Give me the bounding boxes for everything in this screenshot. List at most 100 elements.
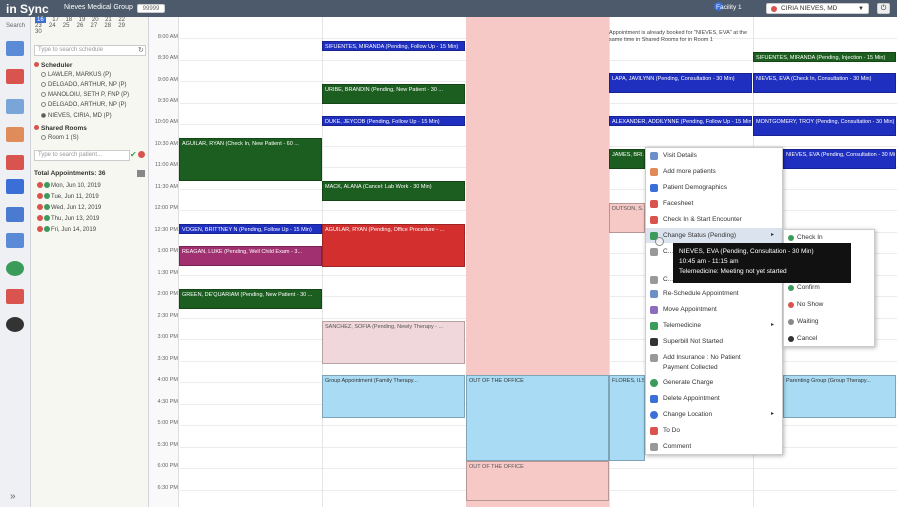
menu-item-checkin-encounter[interactable]: Check In & Start Encounter [646, 212, 782, 227]
expand-icon[interactable]: » [10, 491, 16, 502]
appointment-block[interactable]: MONTGOMERY, TROY (Pending, Consultation … [753, 116, 896, 136]
chart-icon[interactable] [6, 155, 24, 170]
appointment-block[interactable]: GREEN, DE'QUARIAM (Pending, New Patient … [179, 289, 322, 309]
calendar-icon[interactable] [6, 99, 24, 114]
time-label: 9:00 AM [157, 77, 178, 83]
menu-item-superbill[interactable]: Superbill Not Started [646, 334, 782, 349]
menu-item-add-insurance[interactable]: Add Insurance : No Patient Payment Colle… [646, 350, 782, 374]
menu-item-reschedule[interactable]: Re-Schedule Appointment [646, 286, 782, 301]
appointment-day[interactable]: Thu, Jun 13, 2019 [37, 215, 99, 222]
cloud-icon[interactable] [6, 289, 24, 304]
menu-item-move[interactable]: Move Appointment [646, 302, 782, 317]
appointment-block[interactable]: NIEVES, EVA (Check In, Consultation - 30… [753, 73, 896, 93]
monitor-icon[interactable] [6, 41, 24, 56]
appointment-block[interactable]: VOGEN, BRITTNEY N (Pending, Follow Up - … [179, 224, 322, 234]
appointment-day[interactable]: Fri, Jun 14, 2019 [37, 226, 96, 233]
time-label: 9:30 AM [157, 98, 178, 104]
appointment-tooltip: NIEVES, EVA (Pending, Consultation - 30 … [673, 243, 851, 283]
appointment-block[interactable]: AGUILAR, RYAN (Check In, New Patient - 6… [179, 138, 322, 181]
calendar-day[interactable]: 30 [35, 29, 42, 35]
reports-icon[interactable] [6, 207, 24, 222]
menu-item-todo[interactable]: To Do [646, 423, 782, 438]
appointment-block[interactable]: LAPA, JAVILYNN (Pending, Consultation - … [609, 73, 752, 93]
appointment-block[interactable]: NIEVES, EVA (Pending, Consultation - 30 … [783, 149, 896, 169]
scheduler-option[interactable]: LAWLER, MARKUS (P) [41, 72, 111, 78]
checkin-icon [788, 235, 794, 241]
visit-icon [650, 152, 658, 160]
appointment-block[interactable]: SANCHEZ, SOFIA (Pending, Newly Therapy -… [322, 321, 465, 364]
list-icon[interactable] [137, 170, 145, 177]
schedule-search-input[interactable]: Type to search schedule [34, 45, 146, 56]
appointment-block[interactable]: SIFUENTES, MIRANDA (Pending, Follow Up -… [322, 41, 465, 51]
check-icon[interactable]: ✔ [130, 150, 137, 159]
time-label: 10:00 AM [154, 119, 178, 125]
clear-icon[interactable] [138, 151, 145, 158]
refresh-icon[interactable]: ↻ [138, 46, 144, 54]
billing-icon[interactable] [6, 179, 24, 194]
submenu-no-show[interactable]: No Show [784, 297, 874, 313]
appointment-block[interactable]: OUT OF THE OFFICE [466, 375, 609, 461]
globe-icon[interactable] [6, 69, 24, 84]
organization-badge: 99999 [137, 4, 165, 13]
scheduler-option-selected[interactable]: NIEVES, CIRIA, MD (P) [41, 113, 112, 119]
room-option[interactable]: Room 1 (S) [41, 135, 79, 141]
menu-item-change-location[interactable]: Change Location ▸ [646, 407, 782, 422]
appointment-block[interactable]: Parenting Group (Group Therapy... [783, 375, 896, 418]
calendar-day[interactable]: 29 [118, 23, 125, 29]
search-label[interactable]: Search [0, 23, 31, 29]
calendar-day[interactable]: 27 [91, 23, 98, 29]
settings-icon[interactable] [6, 233, 24, 248]
appointment-block[interactable]: REAGAN, LUKE (Pending, Well Child Exam -… [179, 246, 322, 266]
time-label: 1:30 PM [157, 270, 178, 276]
scheduler-section-title[interactable]: Scheduler [34, 62, 72, 69]
appointment-block[interactable]: FLORES, ILS... [609, 375, 645, 461]
appointment-block[interactable]: DUKE, JEYCOB (Pending, Follow Up - 15 Mi… [322, 116, 465, 126]
appointment-day[interactable]: Tue, Jun 11, 2019 [37, 193, 99, 200]
menu-item-comment[interactable]: Comment [646, 439, 782, 454]
appointment-block[interactable]: AGUILAR, RYAN (Pending, Office Procedure… [322, 224, 465, 267]
menu-item-demographics[interactable]: Patient Demographics [646, 180, 782, 195]
calendar-day[interactable]: 26 [77, 23, 84, 29]
calendar-day[interactable]: 25 [63, 23, 70, 29]
facility-label[interactable]: Facility 1 [716, 4, 742, 11]
network-icon[interactable] [6, 317, 24, 332]
appointment-block[interactable]: ALEXANDER, ADDILYNNE (Pending, Follow Up… [609, 116, 752, 126]
user-select[interactable]: CIRIA NIEVES, MD ▼ [766, 3, 869, 14]
shared-rooms-section-title[interactable]: Shared Rooms [34, 125, 87, 132]
facesheet-icon [650, 200, 658, 208]
appointment-block[interactable]: OUT OF THE OFFICE [466, 461, 609, 501]
submenu-waiting[interactable]: Waiting [784, 314, 874, 330]
calendar-day[interactable]: 28 [104, 23, 111, 29]
menu-item-facesheet[interactable]: Facesheet [646, 196, 782, 211]
charge-icon [650, 379, 658, 387]
menu-item-delete[interactable]: Delete Appointment [646, 391, 782, 406]
scheduler-option[interactable]: MANOLOIU, SETH P, FNP (P) [41, 92, 129, 98]
organization-name: Nieves Medical Group [64, 4, 133, 11]
appointment-block[interactable]: Group Appointment (Family Therapy... [322, 375, 465, 418]
menu-item-visit-details[interactable]: Visit Details [646, 148, 782, 163]
patient-search-input[interactable]: Type to search patient... [34, 150, 130, 161]
menu-item-add-patients[interactable]: Add more patients [646, 164, 782, 179]
appointment-block[interactable]: SIFUENTES, MIRANDA (Pending, Injection -… [753, 52, 896, 62]
scheduler-option[interactable]: DELGADO, ARTHUR, NP (P) [41, 82, 126, 88]
doctor-icon[interactable] [6, 127, 24, 142]
menu-item-telemedicine[interactable]: Telemedicine ▸ [646, 318, 782, 333]
appointment-block[interactable]: JAMES, BRI... [609, 149, 645, 169]
checkin-icon [650, 216, 658, 224]
menu-item-change-status[interactable]: Change Status (Pending) ▸ [646, 228, 782, 243]
top-bar: in Sync Nieves Medical Group 99999 Facil… [0, 0, 897, 17]
menu-item-generate-charge[interactable]: Generate Charge [646, 375, 782, 390]
appointment-block[interactable]: URIBE, BRANDIN (Pending, New Patient - 3… [322, 84, 465, 104]
appointment-block[interactable]: DUTSON, S... [609, 203, 645, 233]
scheduler-option[interactable]: DELGADO, ARTHUR, NP (P) [41, 102, 126, 108]
mu-icon[interactable] [6, 261, 24, 276]
calendar-day[interactable]: 24 [49, 23, 56, 29]
power-button[interactable]: ⏻ [877, 3, 890, 14]
appointment-day[interactable]: Mon, Jun 10, 2019 [37, 182, 101, 189]
appointment-day[interactable]: Wed, Jun 12, 2019 [37, 204, 101, 211]
appointment-block[interactable]: MACK, ALANA (Cancel: Lab Work - 30 Min) [322, 181, 465, 201]
time-label: 5:00 PM [157, 420, 178, 426]
time-column: 8:00 AM 8:30 AM 9:00 AM 9:30 AM 10:00 AM… [149, 17, 179, 507]
time-label: 12:30 PM [154, 227, 178, 233]
submenu-cancel[interactable]: Cancel [784, 331, 874, 347]
